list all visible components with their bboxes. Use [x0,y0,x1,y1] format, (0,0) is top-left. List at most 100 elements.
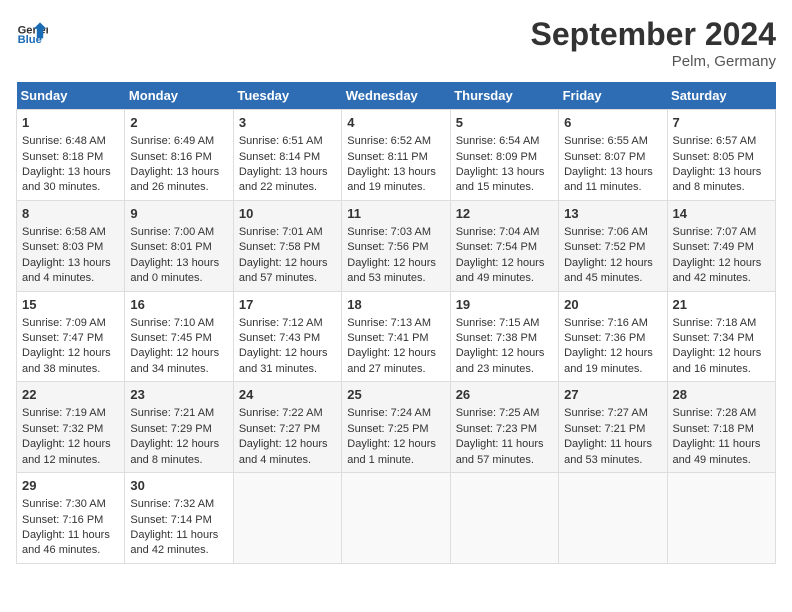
sunrise-text: Sunrise: 7:00 AM [130,226,214,238]
sunset-text: Sunset: 8:11 PM [347,151,428,163]
sunrise-text: Sunrise: 7:15 AM [456,317,540,329]
sunset-text: Sunset: 7:47 PM [22,332,103,344]
daylight-text: Daylight: 12 hours and 57 minutes. [239,257,328,284]
calendar-cell: 18Sunrise: 7:13 AMSunset: 7:41 PMDayligh… [342,291,450,382]
day-number: 14 [673,205,770,223]
calendar-cell: 25Sunrise: 7:24 AMSunset: 7:25 PMDayligh… [342,382,450,473]
calendar-cell: 19 Sunrise: 7:15 AM Sunset: 7:38 PM Dayligh… [450,291,558,382]
title-block: September 2024 Pelm, Germany [531,16,776,70]
sunrise-text: Sunrise: 7:19 AM [22,407,106,419]
day-number: 4 [347,114,444,132]
sunset-text: Sunset: 8:18 PM [22,151,103,163]
sunrise-text: Sunrise: 7:18 AM [673,317,757,329]
sunrise-text: Sunrise: 7:22 AM [239,407,323,419]
col-friday: Friday [559,82,667,110]
sunset-text: Sunset: 8:14 PM [239,151,320,163]
day-number: 27 [564,386,661,404]
daylight-text: Daylight: 12 hours and 23 minutes. [456,347,545,374]
day-number: 29 [22,477,119,495]
col-tuesday: Tuesday [233,82,341,110]
day-number: 18 [347,296,444,314]
day-number: 6 [564,114,661,132]
calendar-cell: 24Sunrise: 7:22 AMSunset: 7:27 PMDayligh… [233,382,341,473]
sunset-text: Sunset: 8:01 PM [130,241,211,253]
daylight-text: Daylight: 13 hours and 4 minutes. [22,257,111,284]
sunrise-text: Sunrise: 7:01 AM [239,226,323,238]
daylight-text: Daylight: 12 hours and 12 minutes. [22,438,111,465]
calendar-cell: 28Sunrise: 7:28 AMSunset: 7:18 PMDayligh… [667,382,775,473]
calendar-cell [667,473,775,564]
daylight-text: Daylight: 12 hours and 4 minutes. [239,438,328,465]
calendar-row: 22 Sunrise: 7:19 AM Sunset: 7:32 PM Dayligh… [17,382,776,473]
day-number: 13 [564,205,661,223]
sunset-text: Sunset: 8:07 PM [564,151,645,163]
sunrise-text: Sunrise: 7:09 AM [22,317,106,329]
calendar-cell: 17Sunrise: 7:12 AMSunset: 7:43 PMDayligh… [233,291,341,382]
sunset-text: Sunset: 7:32 PM [22,423,103,435]
calendar-cell: 1Sunrise: 6:48 AMSunset: 8:18 PMDaylight… [17,110,125,201]
daylight-text: Daylight: 12 hours and 34 minutes. [130,347,219,374]
calendar-cell: 26Sunrise: 7:25 AMSunset: 7:23 PMDayligh… [450,382,558,473]
calendar-cell: 22 Sunrise: 7:19 AM Sunset: 7:32 PM Dayligh… [17,382,125,473]
sunrise-text: Sunrise: 7:12 AM [239,317,323,329]
sunset-text: Sunset: 8:16 PM [130,151,211,163]
calendar-cell: 23Sunrise: 7:21 AMSunset: 7:29 PMDayligh… [125,382,233,473]
day-number: 7 [673,114,770,132]
calendar-cell: 15Sunrise: 7:09 AMSunset: 7:47 PMDayligh… [17,291,125,382]
calendar-cell: 21Sunrise: 7:18 AMSunset: 7:34 PMDayligh… [667,291,775,382]
sunrise-text: Sunrise: 7:21 AM [130,407,214,419]
daylight-text: Daylight: 13 hours and 15 minutes. [456,166,545,193]
sunrise-text: Sunrise: 7:06 AM [564,226,648,238]
day-number: 22 [22,386,119,404]
sunset-text: Sunset: 7:52 PM [564,241,645,253]
month-title: September 2024 [531,16,776,53]
calendar-cell: 13Sunrise: 7:06 AMSunset: 7:52 PMDayligh… [559,200,667,291]
daylight-text: Daylight: 12 hours and 8 minutes. [130,438,219,465]
day-number: 17 [239,296,336,314]
daylight-text: Daylight: 12 hours and 31 minutes. [239,347,328,374]
sunrise-text: Sunrise: 7:03 AM [347,226,431,238]
day-number: 19 [456,296,553,314]
sunrise-text: Sunrise: 6:55 AM [564,135,648,147]
calendar-table: Sunday Monday Tuesday Wednesday Thursday… [16,82,776,564]
day-number: 20 [564,296,661,314]
sunrise-text: Sunrise: 7:10 AM [130,317,214,329]
day-number: 30 [130,477,227,495]
daylight-text: Daylight: 12 hours and 19 minutes. [564,347,653,374]
sunset-text: Sunset: 7:58 PM [239,241,320,253]
sunset-text: Sunset: 7:45 PM [130,332,211,344]
sunrise-text: Sunrise: 7:32 AM [130,498,214,510]
day-number: 9 [130,205,227,223]
day-number: 2 [130,114,227,132]
col-sunday: Sunday [17,82,125,110]
daylight-text: Daylight: 12 hours and 53 minutes. [347,257,436,284]
daylight-text: Daylight: 12 hours and 1 minute. [347,438,436,465]
sunset-text: Sunset: 7:38 PM [456,332,537,344]
sunrise-text: Sunrise: 7:13 AM [347,317,431,329]
calendar-cell: 20Sunrise: 7:16 AMSunset: 7:36 PMDayligh… [559,291,667,382]
calendar-row: 29Sunrise: 7:30 AMSunset: 7:16 PMDayligh… [17,473,776,564]
daylight-text: Daylight: 13 hours and 0 minutes. [130,257,219,284]
header-row: Sunday Monday Tuesday Wednesday Thursday… [17,82,776,110]
day-number: 21 [673,296,770,314]
day-number: 28 [673,386,770,404]
day-number: 15 [22,296,119,314]
sunset-text: Sunset: 7:56 PM [347,241,428,253]
sunset-text: Sunset: 7:18 PM [673,423,754,435]
location: Pelm, Germany [531,53,776,70]
sunset-text: Sunset: 7:41 PM [347,332,428,344]
sunrise-text: Sunrise: 7:27 AM [564,407,648,419]
calendar-cell: 6Sunrise: 6:55 AMSunset: 8:07 PMDaylight… [559,110,667,201]
daylight-text: Daylight: 13 hours and 22 minutes. [239,166,328,193]
sunset-text: Sunset: 8:03 PM [22,241,103,253]
day-number: 24 [239,386,336,404]
calendar-cell: 30Sunrise: 7:32 AMSunset: 7:14 PMDayligh… [125,473,233,564]
calendar-cell: 11Sunrise: 7:03 AMSunset: 7:56 PMDayligh… [342,200,450,291]
calendar-cell: 5Sunrise: 6:54 AMSunset: 8:09 PMDaylight… [450,110,558,201]
sunset-text: Sunset: 7:29 PM [130,423,211,435]
sunrise-text: Sunrise: 6:54 AM [456,135,540,147]
calendar-cell: 29Sunrise: 7:30 AMSunset: 7:16 PMDayligh… [17,473,125,564]
sunrise-text: Sunrise: 6:57 AM [673,135,757,147]
daylight-text: Daylight: 11 hours and 49 minutes. [673,438,761,465]
logo: General Blue [16,16,48,48]
